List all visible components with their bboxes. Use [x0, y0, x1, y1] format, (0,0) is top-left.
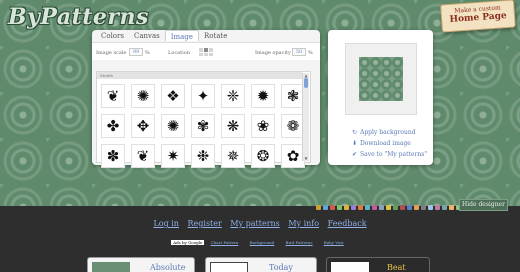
image-scale-input[interactable]: 99 — [129, 48, 143, 56]
motif-tile[interactable]: ✦ — [191, 84, 215, 108]
card-thumbnail — [210, 262, 248, 272]
motif-category-header: Motifs — [97, 72, 302, 79]
designer-tabs: Colors Canvas Image Rotate — [96, 30, 232, 42]
register-link[interactable]: Register — [188, 219, 222, 228]
motif-tile[interactable]: ❉ — [191, 144, 215, 168]
ad-links: Ads by Google Chart Pattern Background B… — [0, 240, 520, 245]
ad-link[interactable]: Baby Vest — [324, 240, 344, 245]
motif-tile[interactable]: ❖ — [161, 84, 185, 108]
motif-tile[interactable]: ✾ — [191, 114, 215, 138]
card-title: Absolute — [150, 263, 186, 272]
share-toolbar — [316, 203, 475, 211]
footer-nav: Log in Register My patterns My info Feed… — [0, 219, 520, 228]
motif-tile[interactable]: ✷ — [161, 144, 185, 168]
share-icon[interactable] — [400, 204, 405, 210]
share-icon[interactable] — [358, 204, 363, 210]
designer-panel: Colors Canvas Image Rotate Image scale 9… — [92, 30, 320, 168]
share-icon[interactable] — [323, 204, 328, 210]
feedback-link[interactable]: Feedback — [328, 219, 367, 228]
image-scale-unit: % — [145, 50, 150, 56]
motif-scrollbar[interactable]: ▲ ▼ — [302, 73, 309, 161]
motif-grid: ❦ ✺ ❖ ✦ ❈ ✹ ❃ ✤ ✥ ✺ ✾ ❋ ❀ ❁ ✽ ❦ ✷ ❉ ✵ ❂ ✿ — [101, 84, 305, 168]
card-thumbnail — [331, 262, 369, 272]
motif-tile[interactable]: ❈ — [221, 84, 245, 108]
apply-background-label: Apply background — [360, 129, 416, 136]
hide-designer-button[interactable]: Hide designer — [459, 199, 508, 211]
share-icon[interactable] — [421, 204, 426, 210]
motif-tile[interactable]: ✽ — [101, 144, 125, 168]
motif-tile[interactable]: ❀ — [251, 114, 275, 138]
ads-by-google-label[interactable]: Ads by Google — [171, 240, 205, 245]
share-icon[interactable] — [442, 204, 447, 210]
card-title: Today — [269, 263, 293, 272]
download-image-link[interactable]: ⬇ Download image — [352, 138, 427, 149]
ad-link[interactable]: Bird Patterns — [286, 240, 313, 245]
image-settings-bar: Image scale 99 % Location Image opacity … — [92, 42, 320, 60]
tab-rotate[interactable]: Rotate — [199, 30, 232, 41]
motif-tile[interactable]: ❂ — [251, 144, 275, 168]
share-icon[interactable] — [351, 204, 356, 210]
motif-tile[interactable]: ❋ — [221, 114, 245, 138]
tab-canvas[interactable]: Canvas — [129, 30, 165, 41]
save-to-my-patterns-link[interactable]: ✔ Save to "My patterns" — [352, 149, 427, 160]
share-icon[interactable] — [428, 204, 433, 210]
my-patterns-link[interactable]: My patterns — [230, 219, 279, 228]
share-icon[interactable] — [365, 204, 370, 210]
ad-link[interactable]: Chart Pattern — [211, 240, 239, 245]
share-icon[interactable] — [316, 204, 321, 210]
ad-link[interactable]: Background — [250, 240, 275, 245]
scroll-down-icon[interactable]: ▼ — [303, 156, 309, 161]
download-icon: ⬇ — [352, 140, 358, 147]
my-info-link[interactable]: My info — [288, 219, 319, 228]
promo-card-today[interactable]: Today — [205, 257, 317, 272]
share-icon[interactable] — [372, 204, 377, 210]
checkmark-icon: ✔ — [352, 151, 358, 158]
share-icon[interactable] — [386, 204, 391, 210]
site-logo[interactable]: ByPatterns — [8, 4, 149, 30]
image-scale-label: Image scale — [96, 50, 127, 56]
location-label: Location — [168, 50, 190, 56]
tab-image[interactable]: Image — [164, 30, 199, 41]
motif-tile[interactable]: ✺ — [161, 114, 185, 138]
image-opacity-input[interactable]: 50 — [292, 48, 306, 56]
tab-colors[interactable]: Colors — [96, 30, 129, 41]
share-icon[interactable] — [414, 204, 419, 210]
share-icon[interactable] — [435, 204, 440, 210]
promo-card-beat-them[interactable]: Beat them! — [326, 257, 430, 272]
motif-tile[interactable]: ✺ — [131, 84, 155, 108]
preview-panel: ↻ Apply background ⬇ Download image ✔ Sa… — [328, 30, 433, 165]
motif-tile[interactable]: ❦ — [131, 144, 155, 168]
save-to-my-patterns-label: Save to "My patterns" — [360, 151, 428, 158]
motif-tile[interactable]: ✹ — [251, 84, 275, 108]
motif-tile[interactable]: ✥ — [131, 114, 155, 138]
refresh-icon: ↻ — [352, 129, 358, 136]
apply-background-link[interactable]: ↻ Apply background — [352, 127, 427, 138]
image-opacity-unit: % — [308, 50, 313, 56]
pattern-preview — [359, 57, 403, 101]
share-icon[interactable] — [407, 204, 412, 210]
share-icon[interactable] — [393, 204, 398, 210]
share-icon[interactable] — [379, 204, 384, 210]
preview-frame — [345, 43, 417, 115]
motif-tile[interactable]: ❦ — [101, 84, 125, 108]
scrollbar-thumb[interactable] — [304, 78, 308, 88]
promo-card-absolute[interactable]: Absolute — [87, 257, 195, 272]
location-picker[interactable] — [199, 48, 213, 56]
share-icon[interactable] — [330, 204, 335, 210]
share-icon[interactable] — [337, 204, 342, 210]
preview-actions: ↻ Apply background ⬇ Download image ✔ Sa… — [352, 127, 427, 160]
download-image-label: Download image — [360, 140, 411, 147]
image-opacity-label: Image opacity — [255, 50, 291, 56]
motif-tile[interactable]: ✤ — [101, 114, 125, 138]
custom-homepage-promo[interactable]: Make a custom Home Page — [440, 0, 516, 33]
share-icon[interactable] — [449, 204, 454, 210]
motif-tile[interactable]: ✵ — [221, 144, 245, 168]
card-thumbnail — [92, 262, 130, 272]
login-link[interactable]: Log in — [153, 219, 179, 228]
motif-library: Motifs ❦ ✺ ❖ ✦ ❈ ✹ ❃ ✤ ✥ ✺ ✾ ❋ ❀ ❁ ✽ ❦ ✷ ❉ ✵ ❂ ✿ ▲ ▼ — [96, 71, 311, 168]
card-title: Beat them! — [387, 263, 406, 272]
share-icon[interactable] — [344, 204, 349, 210]
